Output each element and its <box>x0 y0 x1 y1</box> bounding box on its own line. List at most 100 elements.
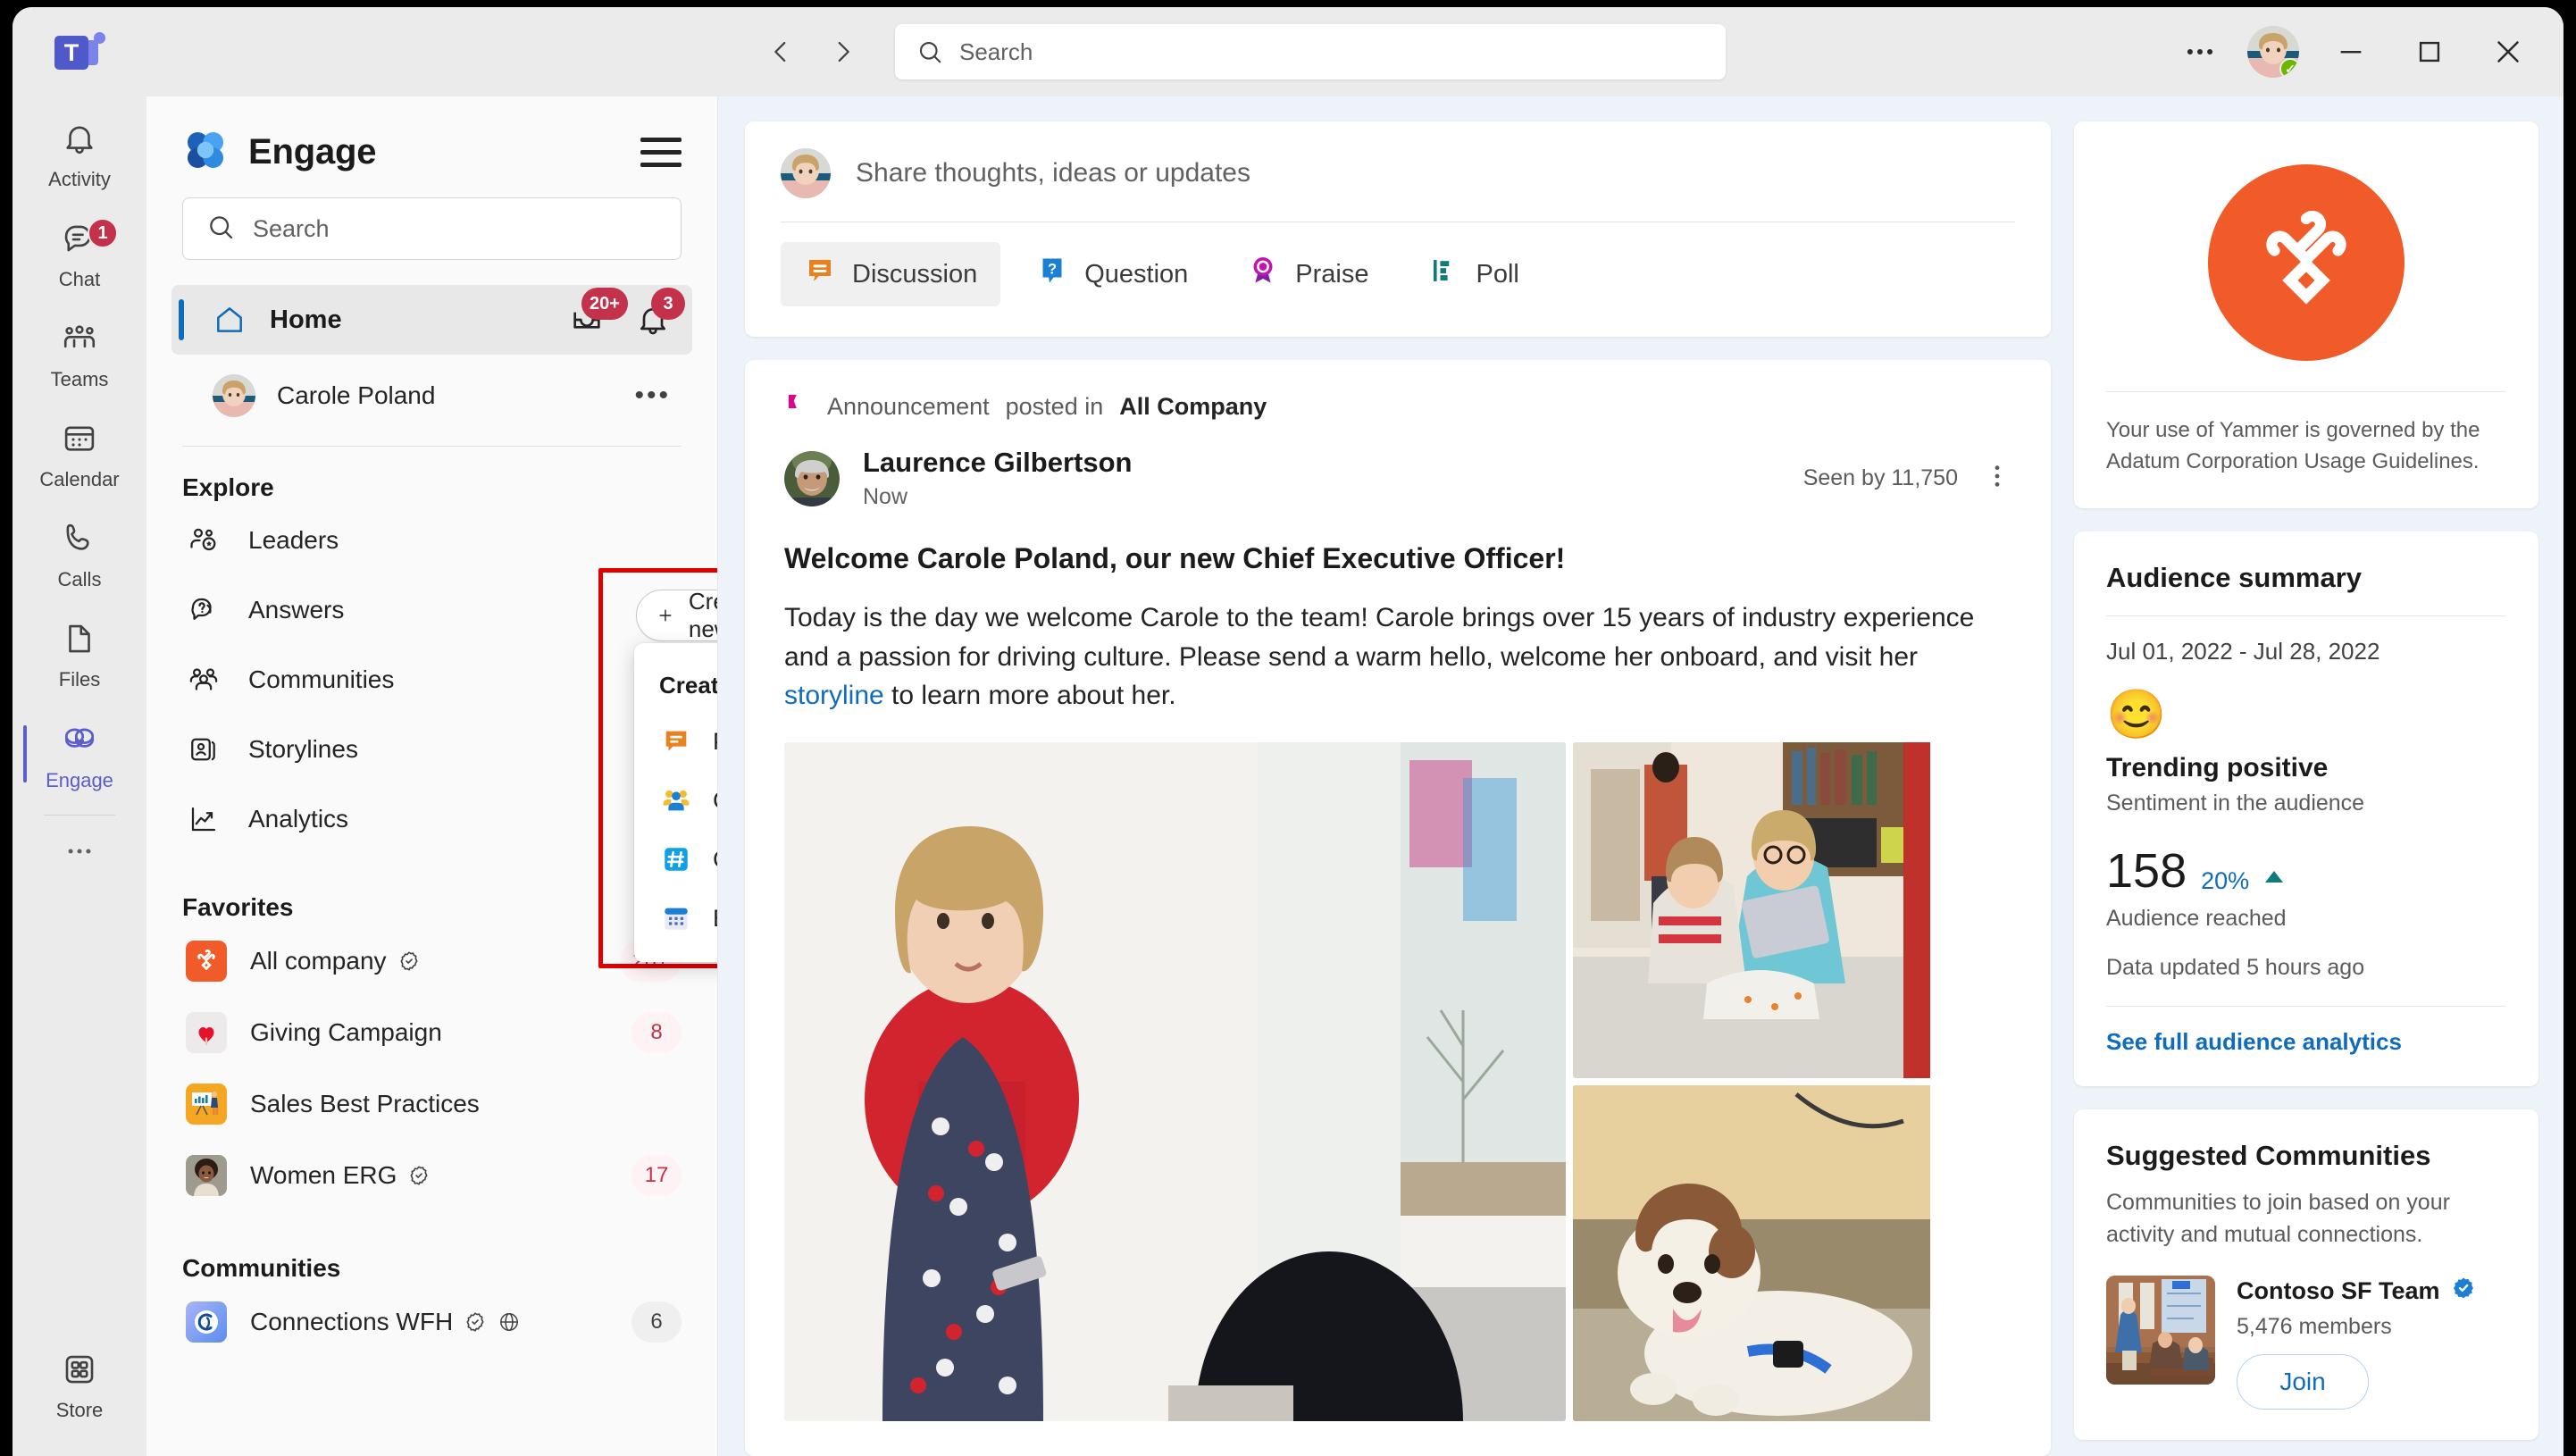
rail-item-chat[interactable]: 1 Chat <box>21 205 138 305</box>
post-image-secondary[interactable] <box>1573 741 2011 1078</box>
rail-item-activity[interactable]: Activity <box>21 105 138 205</box>
pane-header: Engage <box>146 96 717 194</box>
title-bar: T Search ✓ <box>13 7 2563 96</box>
composer-tab-label: Discussion <box>852 259 978 289</box>
community-name[interactable]: Contoso SF Team <box>2237 1277 2440 1305</box>
composer-tab-praise[interactable]: Praise <box>1224 242 1392 306</box>
rail-label: Engage <box>46 769 113 791</box>
sidebar-item-sales-best-practices[interactable]: Sales Best Practices <box>146 1068 717 1140</box>
communities-icon <box>186 664 222 696</box>
global-search-box[interactable]: Search <box>895 24 1726 79</box>
back-button[interactable] <box>763 34 799 70</box>
post-body-part-2: to learn more about her. <box>883 681 1176 710</box>
post-image-tertiary[interactable] <box>1573 1084 2011 1421</box>
announcement-icon <box>784 390 811 423</box>
unread-count: 6 <box>631 1301 682 1343</box>
current-user-name: Carole Poland <box>277 381 436 409</box>
sidebar-item-leaders[interactable]: Leaders <box>146 506 717 575</box>
audience-reached-delta: 20% <box>2201 866 2250 894</box>
notifications-badge: 3 <box>651 288 685 320</box>
rail-label: Teams <box>50 368 109 390</box>
post-more-options-icon[interactable] <box>1983 462 2011 495</box>
composer-placeholder: Share thoughts, ideas or updates <box>856 158 1250 188</box>
sidebar-item-women-erg[interactable]: Women ERG 17 <box>146 1140 717 1211</box>
composer-top[interactable]: Share thoughts, ideas or updates <box>781 148 2015 198</box>
bell-icon <box>61 120 98 162</box>
teams-logo: T <box>13 32 146 71</box>
rail-item-store[interactable]: Store <box>21 1336 138 1436</box>
composer-tab-question[interactable]: ? Question <box>1013 242 1211 306</box>
card-divider <box>2106 1005 2506 1007</box>
store-icon <box>61 1351 98 1393</box>
global-search-placeholder: Search <box>959 38 1033 65</box>
create-menu-item-community[interactable]: Community <box>634 771 717 830</box>
post-author-name[interactable]: Laurence Gilbertson <box>863 447 1132 479</box>
rail-label: Calls <box>57 568 102 590</box>
more-options-icon[interactable] <box>2165 7 2235 96</box>
storylines-icon <box>186 733 222 766</box>
create-new-button[interactable]: Create new <box>636 588 717 642</box>
rail-item-teams[interactable]: Teams <box>21 305 138 406</box>
announcement-header: Announcement posted in All Company <box>784 390 2011 423</box>
pane-search-input[interactable]: Search <box>182 197 682 260</box>
composer-tab-label: Question <box>1084 259 1189 289</box>
announcement-label: Announcement <box>827 393 990 420</box>
campaign-icon <box>659 842 693 876</box>
sidebar-item-current-user[interactable]: Carole Poland ••• <box>171 362 692 430</box>
post-community[interactable]: All Company <box>1119 393 1267 421</box>
sidebar-item-giving-campaign[interactable]: Giving Campaign 8 <box>146 997 717 1068</box>
sidebar-item-storylines[interactable]: Storylines <box>146 715 717 784</box>
audience-date-range: Jul 01, 2022 - Jul 28, 2022 <box>2106 637 2380 665</box>
close-button[interactable] <box>2469 7 2547 96</box>
app-body: Activity 1 Chat Teams Calendar Calls Fil… <box>13 96 2563 1456</box>
rail-item-calls[interactable]: Calls <box>21 506 138 606</box>
create-new-menu[interactable]: Create new Post <box>634 643 717 962</box>
storyline-link[interactable]: storyline <box>784 681 884 710</box>
notifications-button[interactable]: 3 <box>635 288 685 338</box>
composer-tab-poll[interactable]: Poll <box>1405 242 1543 306</box>
rail-more-apps-icon[interactable] <box>21 816 138 887</box>
sidebar-item-analytics[interactable]: Analytics <box>146 784 717 854</box>
minimize-button[interactable] <box>2312 7 2390 96</box>
avatar <box>213 374 255 417</box>
maximize-button[interactable] <box>2390 7 2469 96</box>
create-menu-item-event[interactable]: Event <box>634 889 717 948</box>
create-menu-item-campaign[interactable]: Campaign <box>634 830 717 889</box>
avatar: ✓ <box>2247 26 2299 78</box>
home-icon <box>213 303 247 337</box>
sidebar-item-communities[interactable]: Communities <box>146 645 717 715</box>
sidebar-item-connections-wfh[interactable]: Connections WFH 6 <box>146 1286 717 1358</box>
app-rail: Activity 1 Chat Teams Calendar Calls Fil… <box>13 96 146 1456</box>
forward-button[interactable] <box>825 34 861 70</box>
search-icon <box>206 213 235 246</box>
post-image-side-column <box>1573 741 2011 1421</box>
post-image-primary[interactable] <box>784 741 1566 1421</box>
community-thumbnail[interactable] <box>2106 1276 2215 1385</box>
rail-item-files[interactable]: Files <box>21 606 138 706</box>
suggested-communities-card: Suggested Communities Communities to joi… <box>2074 1109 2538 1441</box>
create-menu-item-post[interactable]: Post <box>634 712 717 771</box>
sidebar-item-all-company[interactable]: All company 20+ <box>146 925 717 997</box>
right-rail: Your use of Yammer is governed by the Ad… <box>2074 121 2538 1456</box>
user-more-options-icon[interactable]: ••• <box>634 381 671 411</box>
engage-icon <box>60 719 99 763</box>
rail-item-calendar[interactable]: Calendar <box>21 406 138 506</box>
post-icon <box>659 724 693 758</box>
user-avatar-button[interactable]: ✓ <box>2235 7 2312 96</box>
teams-icon <box>61 320 98 362</box>
usage-guidelines-text: Your use of Yammer is governed by the Ad… <box>2106 418 2480 473</box>
inbox-button[interactable]: 20+ <box>569 288 628 338</box>
post-title: Welcome Carole Poland, our new Chief Exe… <box>784 542 1566 574</box>
sidebar-item-answers[interactable]: Answers <box>146 575 717 645</box>
card-divider <box>2106 615 2506 616</box>
rail-item-engage[interactable]: Engage <box>21 706 138 806</box>
join-community-button[interactable]: Join <box>2237 1354 2369 1410</box>
composer-tab-discussion[interactable]: Discussion <box>781 242 1001 306</box>
sidebar-item-home[interactable]: Home 20+ 3 <box>171 285 692 355</box>
teams-window: T Search ✓ Activity 1 Chat Teams Calenda… <box>13 7 2563 1456</box>
chat-badge: 1 <box>88 218 118 248</box>
suggested-communities-description: Communities to join based on your activi… <box>2106 1189 2450 1247</box>
unread-count: 8 <box>631 1012 682 1053</box>
hamburger-menu-icon[interactable] <box>640 135 682 171</box>
see-full-audience-analytics-link[interactable]: See full audience analytics <box>2106 1028 2506 1056</box>
